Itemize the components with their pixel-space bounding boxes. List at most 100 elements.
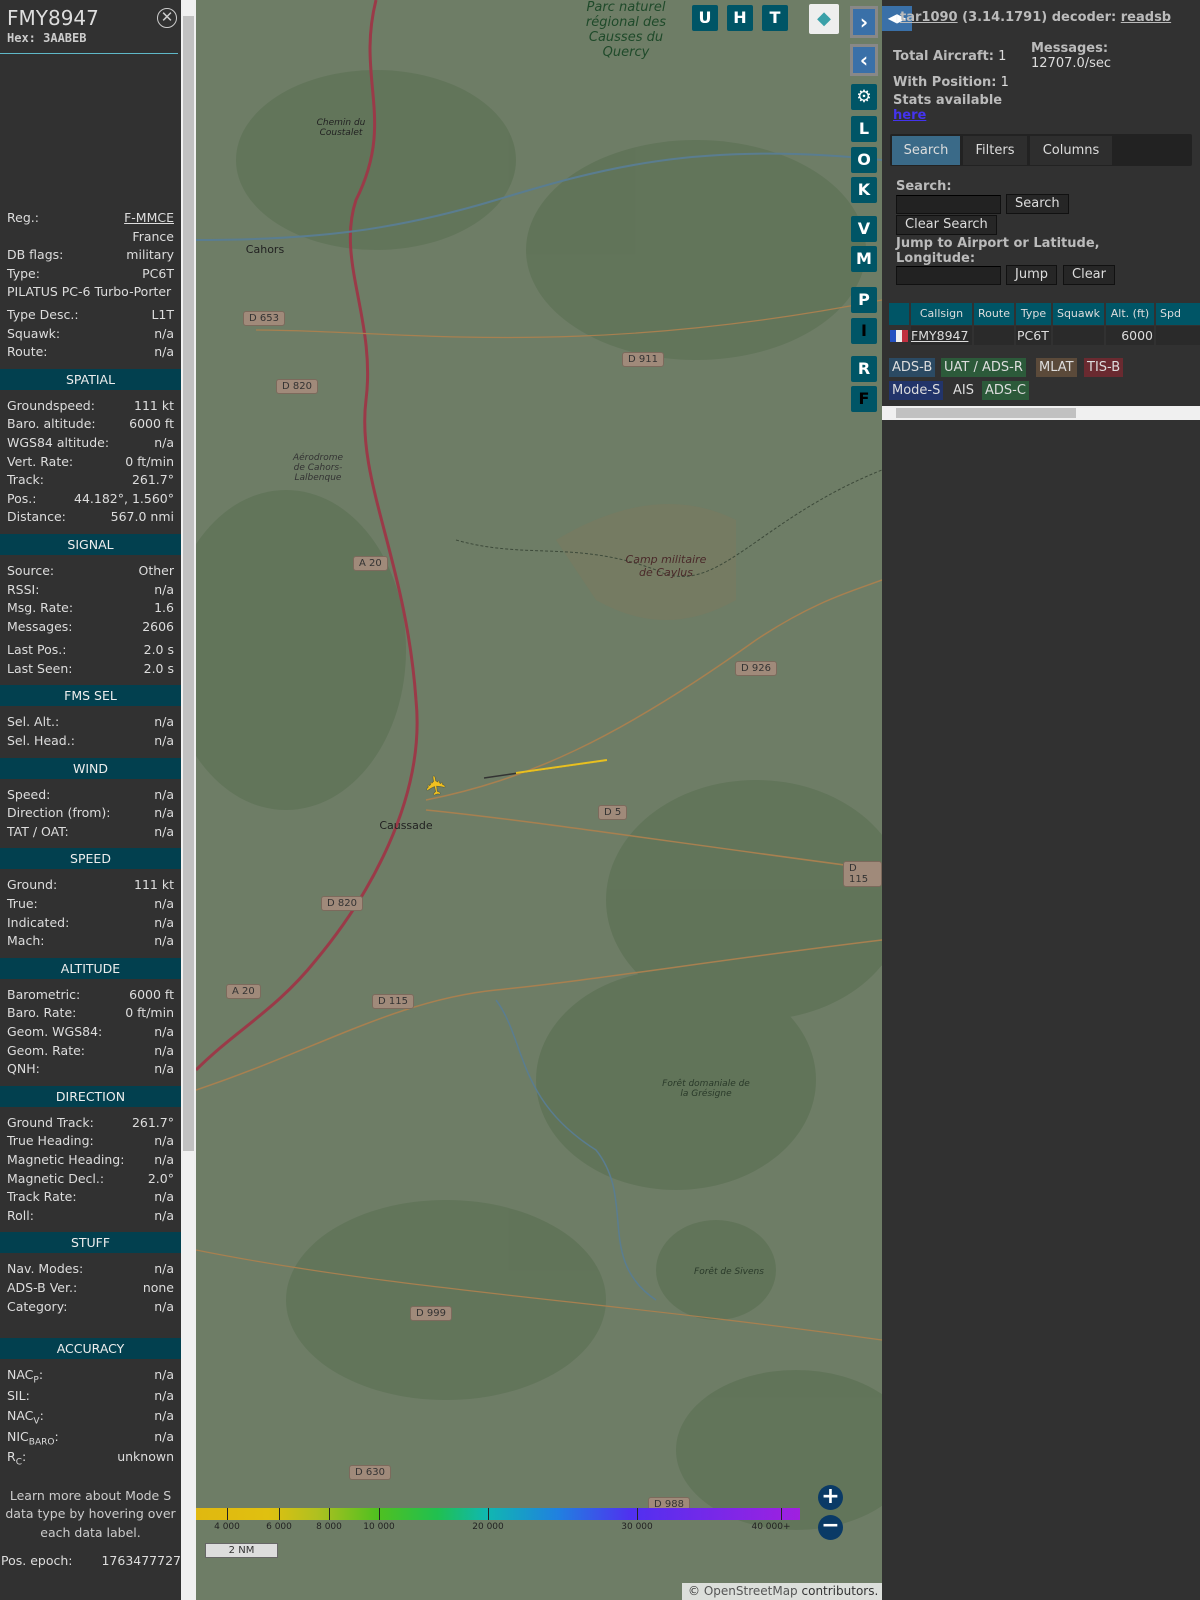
info-label: Geom. Rate: — [7, 1042, 86, 1058]
map-button-m[interactable]: M — [851, 246, 877, 272]
collapse-left-icon[interactable]: ‹ — [850, 44, 878, 76]
info-label: DB flags: — [7, 247, 64, 263]
info-row: RC: unknown — [0, 1448, 181, 1469]
info-row: Track: 261.7° — [0, 471, 181, 490]
info-row: Mach: n/a — [0, 932, 181, 951]
info-value: military — [126, 247, 174, 263]
col-route[interactable]: Route — [974, 303, 1014, 325]
settings-gear-icon[interactable]: ⚙ — [851, 84, 877, 110]
info-label: PILATUS PC-6 Turbo-Porter — [7, 284, 172, 300]
info-label: Reg.: — [7, 210, 39, 225]
with-position: With Position: 1 — [893, 75, 1009, 90]
place-label: Aérodrome de Cahors-Lalbenque — [292, 453, 344, 483]
label-text: NAC — [7, 1367, 34, 1383]
map-button-o[interactable]: O — [851, 147, 877, 173]
clear-button[interactable]: Clear — [1063, 265, 1115, 285]
row-callsign[interactable]: FMY8947 — [911, 326, 972, 345]
info-label: True: — [7, 896, 38, 912]
info-label: Ground: — [7, 877, 58, 893]
zoom-out-button[interactable]: − — [818, 1515, 843, 1540]
col-altitude[interactable]: Alt. (ft) — [1106, 303, 1154, 325]
scrollbar-thumb[interactable] — [896, 408, 1076, 418]
info-label: Baro. Rate: — [7, 1005, 77, 1021]
zoom-in-button[interactable]: + — [818, 1485, 843, 1510]
legend-mlat[interactable]: MLAT — [1036, 358, 1077, 377]
jump-button[interactable]: Jump — [1006, 265, 1057, 285]
map-button-t[interactable]: T — [762, 5, 788, 31]
info-row: True Heading: n/a — [0, 1132, 181, 1151]
info-row: Sel. Head.: n/a — [0, 732, 181, 751]
section-header: SIGNAL — [0, 533, 181, 555]
map-button-r[interactable]: R — [851, 356, 877, 382]
info-label: Pos. epoch: — [1, 1553, 73, 1569]
legend-tis-b[interactable]: TIS-B — [1084, 358, 1124, 377]
altitude-tick — [379, 1508, 380, 1520]
jump-input[interactable] — [896, 266, 1001, 285]
layers-icon[interactable]: ◆ — [809, 4, 839, 34]
info-value: 1763477727 — [101, 1553, 181, 1569]
info-label: Barometric: — [7, 986, 81, 1002]
info-label: Track Rate: — [7, 1189, 77, 1205]
row-squawk — [1053, 326, 1104, 345]
info-label: True Heading: — [7, 1133, 94, 1149]
map[interactable]: D 653 D 820 D 911 A 20 D 926 D 5 D 115 D… — [196, 0, 882, 1600]
tab-filters[interactable]: Filters — [963, 136, 1027, 165]
stats-link[interactable]: here — [893, 108, 926, 123]
horizontal-scrollbar[interactable] — [882, 406, 1200, 420]
info-row: PILATUS PC-6 Turbo-Porter — [0, 283, 181, 302]
decoder-label: decoder: — [1051, 10, 1117, 25]
map-button-l[interactable]: L — [851, 116, 877, 142]
legend-ads-c[interactable]: ADS-C — [982, 381, 1029, 400]
map-button-v[interactable]: V — [851, 216, 877, 242]
col-speed[interactable]: Spd — [1156, 303, 1200, 325]
legend-uat-ads-r[interactable]: UAT / ADS-R — [941, 358, 1026, 377]
col-squawk[interactable]: Squawk — [1053, 303, 1104, 325]
altitude-tick-label: 30 000 — [621, 1522, 653, 1532]
map-button-u[interactable]: U — [692, 5, 718, 31]
info-value: 2.0° — [147, 1170, 174, 1186]
clear-search-button[interactable]: Clear Search — [896, 215, 997, 235]
scrollbar-thumb[interactable] — [183, 16, 194, 1151]
map-button-p[interactable]: P — [851, 287, 877, 313]
legend-ais[interactable]: AIS — [950, 381, 977, 400]
info-label: NICBARO: — [7, 1428, 59, 1449]
info-value: n/a — [154, 733, 174, 749]
col-type[interactable]: Type — [1016, 303, 1051, 325]
info-value[interactable]: F-MMCE — [124, 209, 174, 228]
tab-search[interactable]: Search — [892, 136, 960, 165]
app-link[interactable]: tar1090 — [900, 10, 958, 25]
row-route — [974, 326, 1014, 345]
tab-columns[interactable]: Columns — [1030, 136, 1112, 165]
altitude-tick-label: 4 000 — [214, 1522, 240, 1532]
info-value: n/a — [154, 434, 174, 450]
aircraft-list-panel: ◀▶ tar1090 (3.14.1791) decoder: readsb T… — [882, 0, 1200, 1600]
col-flag[interactable] — [889, 303, 909, 325]
map-button-i[interactable]: I — [851, 318, 877, 344]
map-button-h[interactable]: H — [727, 5, 753, 31]
info-row: Baro. Rate: 0 ft/min — [0, 1004, 181, 1023]
search-input[interactable] — [896, 195, 1001, 214]
legend-ads-b[interactable]: ADS-B — [889, 358, 936, 377]
info-label: Roll: — [7, 1207, 34, 1223]
legend-mode-s[interactable]: Mode-S — [889, 381, 944, 400]
col-callsign[interactable]: Callsign — [911, 303, 972, 325]
info-row: Last Pos.: 2.0 s — [0, 641, 181, 660]
map-button-f[interactable]: F — [851, 386, 877, 412]
place-label: Parc naturel régional des Causses du Que… — [585, 0, 667, 60]
panel-scrollbar[interactable] — [181, 0, 196, 1600]
info-row: Messages: 2606 — [0, 618, 181, 637]
decoder-link[interactable]: readsb — [1121, 10, 1171, 25]
expand-right-icon[interactable]: › — [850, 6, 878, 38]
info-label: Nav. Modes: — [7, 1261, 84, 1277]
info-row: Direction (from): n/a — [0, 804, 181, 823]
osm-link[interactable]: OpenStreetMap — [704, 1584, 798, 1598]
close-icon[interactable]: ✕ — [157, 8, 177, 28]
map-features — [196, 0, 882, 1530]
info-value: n/a — [154, 1189, 174, 1205]
info-value: 567.0 nmi — [110, 509, 174, 525]
info-label: Speed: — [7, 786, 51, 802]
search-button[interactable]: Search — [1006, 194, 1069, 214]
map-button-k[interactable]: K — [851, 177, 877, 203]
altitude-tick-label: 20 000 — [472, 1522, 504, 1532]
info-row: Pos. epoch: 1763477727 — [0, 1552, 181, 1571]
